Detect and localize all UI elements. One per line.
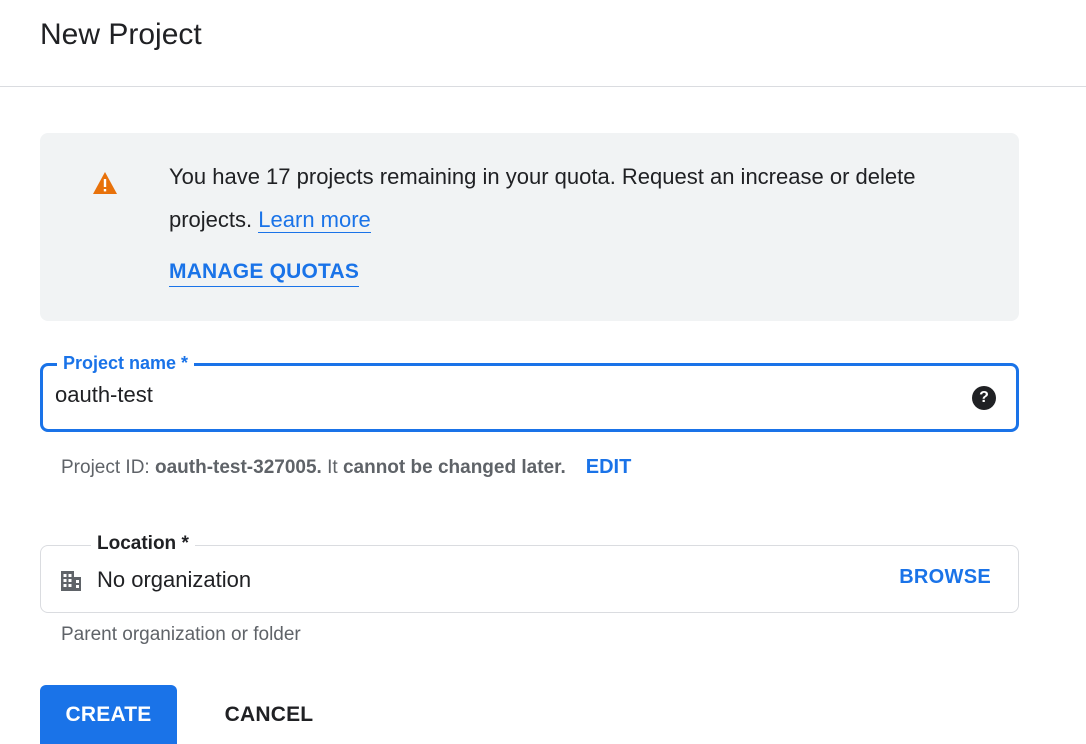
project-name-input[interactable]	[55, 382, 935, 408]
location-label: Location *	[91, 533, 195, 555]
project-id-prefix: Project ID:	[61, 457, 155, 478]
building-icon	[61, 571, 81, 591]
create-button[interactable]: CREATE	[40, 685, 177, 744]
browse-button[interactable]: BROWSE	[899, 566, 991, 589]
manage-quotas-link[interactable]: MANAGE QUOTAS	[169, 260, 360, 287]
page-title: New Project	[40, 18, 202, 51]
quota-alert: You have 17 projects remaining in your q…	[40, 133, 1019, 321]
warning-icon	[93, 172, 117, 194]
cancel-button[interactable]: CANCEL	[206, 685, 332, 744]
new-project-page: New Project You have 17 projects remaini…	[0, 0, 1086, 744]
project-name-field[interactable]: Project name * ?	[40, 352, 1019, 432]
project-id-value: oauth-test-327005.	[154, 457, 322, 478]
project-name-label: Project name *	[57, 352, 195, 374]
project-id-info: Project ID: oauth-test-327005. It cannot…	[61, 456, 631, 479]
project-id-note: cannot be changed later.	[342, 457, 566, 478]
page-header: New Project	[0, 0, 1086, 87]
edit-project-id-link[interactable]: EDIT	[586, 456, 632, 478]
location-field[interactable]: Location * No organization BROWSE	[40, 533, 1019, 613]
learn-more-link[interactable]: Learn more	[258, 207, 371, 233]
location-helper-text: Parent organization or folder	[61, 624, 301, 645]
project-id-middle: It	[321, 457, 343, 478]
quota-alert-message: You have 17 projects remaining in your q…	[169, 155, 969, 241]
location-value: No organization	[97, 567, 252, 592]
help-icon[interactable]: ?	[972, 386, 996, 410]
